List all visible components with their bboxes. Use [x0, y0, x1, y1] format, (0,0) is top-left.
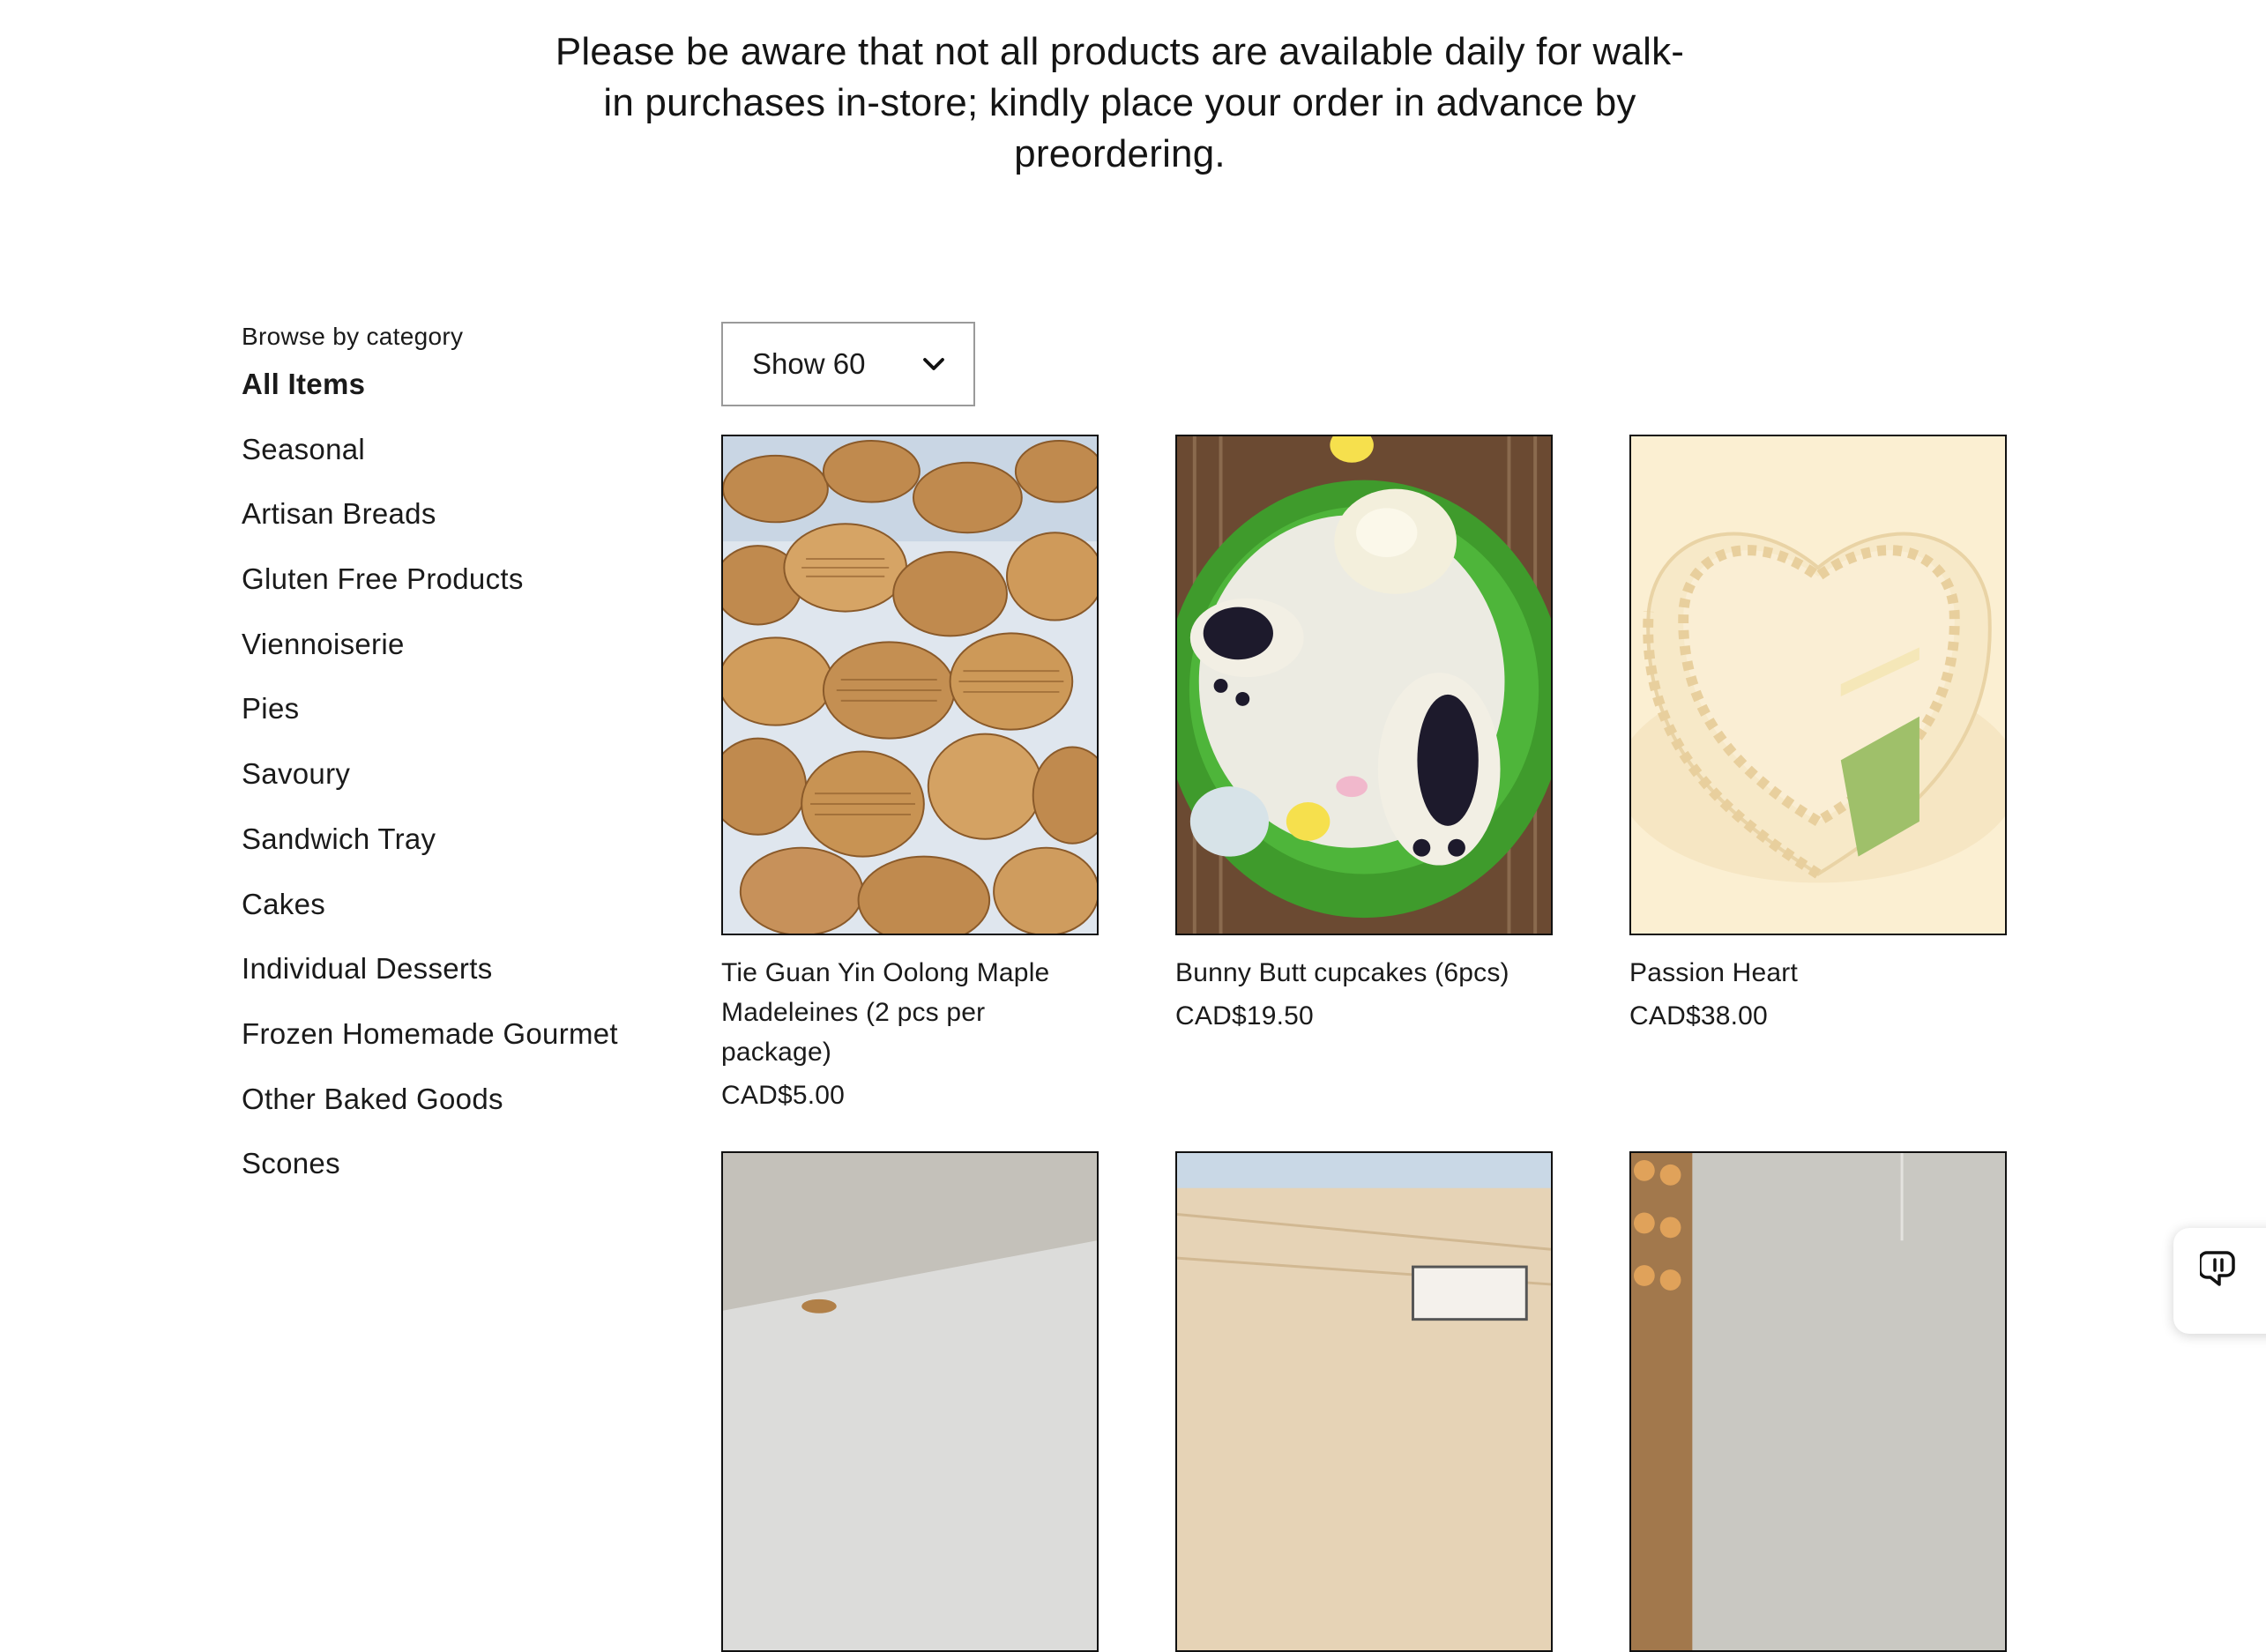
category-individual-desserts[interactable]: Individual Desserts — [242, 951, 665, 1016]
product-image-madeleines[interactable] — [721, 435, 1099, 935]
product-image[interactable] — [1629, 1151, 2007, 1652]
category-all-items[interactable]: All Items — [242, 367, 665, 432]
category-sandwich-tray[interactable]: Sandwich Tray — [242, 822, 665, 887]
product-name[interactable]: Passion Heart — [1629, 953, 2007, 993]
category-cakes[interactable]: Cakes — [242, 887, 665, 952]
notice-line-1: Please be aware that not all products ar… — [555, 30, 1685, 73]
chat-widget-icon — [2200, 1251, 2235, 1286]
items-per-page-value: Show 60 — [752, 347, 866, 380]
category-scones[interactable]: Scones — [242, 1146, 665, 1211]
product-card — [1629, 1151, 2007, 1652]
product-name-line-1: Tie Guan Yin Oolong Maple — [721, 958, 1050, 987]
product-price: CAD$19.50 — [1175, 1001, 1314, 1031]
product-card: Tie Guan Yin Oolong Maple Madeleines (2 … — [721, 435, 1099, 1114]
category-gluten-free-products[interactable]: Gluten Free Products — [242, 562, 665, 627]
product-name[interactable]: Tie Guan Yin Oolong Maple Madeleines (2 … — [721, 953, 1099, 1072]
product-card — [721, 1151, 1099, 1652]
product-card: Passion Heart CAD$38.00 — [1629, 435, 2007, 1035]
category-other-baked-goods[interactable]: Other Baked Goods — [242, 1082, 665, 1147]
category-savoury[interactable]: Savoury — [242, 756, 665, 822]
category-pies[interactable]: Pies — [242, 691, 665, 756]
product-image[interactable] — [721, 1151, 1099, 1652]
product-card — [1175, 1151, 1553, 1652]
product-price: CAD$38.00 — [1629, 1001, 1768, 1031]
chevron-down-icon — [923, 358, 944, 370]
category-artisan-breads[interactable]: Artisan Breads — [242, 496, 665, 562]
items-per-page-select[interactable]: Show 60 — [721, 322, 975, 406]
category-viennoiserie[interactable]: Viennoiserie — [242, 627, 665, 692]
category-seasonal[interactable]: Seasonal — [242, 432, 665, 497]
product-image-bunny-cupcakes[interactable] — [1175, 435, 1553, 935]
product-name[interactable]: Bunny Butt cupcakes (6pcs) — [1175, 953, 1553, 993]
product-image-passion-heart[interactable] — [1629, 435, 2007, 935]
notice-line-3: preordering. — [1014, 132, 1226, 175]
product-name-line-2: Madeleines (2 pcs per package) — [721, 998, 986, 1067]
product-image[interactable] — [1175, 1151, 1553, 1652]
category-frozen-homemade-gourmet[interactable]: Frozen Homemade Gourmet — [242, 1016, 665, 1082]
product-card: Bunny Butt cupcakes (6pcs) CAD$19.50 — [1175, 435, 1553, 1035]
sidebar-heading: Browse by category — [242, 323, 464, 350]
chat-widget-button[interactable] — [2173, 1228, 2266, 1334]
notice-line-2: in purchases in-store; kindly place your… — [603, 81, 1636, 124]
product-price: CAD$5.00 — [721, 1081, 846, 1110]
preorder-notice: Please be aware that not all products ar… — [538, 26, 1702, 180]
category-sidebar: Browse by category All Items Seasonal Ar… — [242, 323, 665, 1211]
category-list: All Items Seasonal Artisan Breads Gluten… — [242, 367, 665, 1211]
